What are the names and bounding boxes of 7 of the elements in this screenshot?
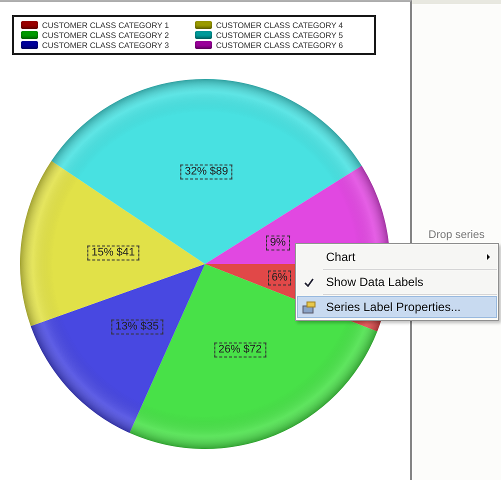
drop-zone-label: Drop series xyxy=(428,229,485,243)
legend-label: CUSTOMER CLASS CATEGORY 5 xyxy=(216,30,343,40)
legend-label: CUSTOMER CLASS CATEGORY 2 xyxy=(42,30,169,40)
legend-label: CUSTOMER CLASS CATEGORY 6 xyxy=(216,40,343,50)
legend-label: CUSTOMER CLASS CATEGORY 4 xyxy=(216,20,343,30)
legend-label: CUSTOMER CLASS CATEGORY 3 xyxy=(42,40,169,50)
legend-label: CUSTOMER CLASS CATEGORY 1 xyxy=(42,20,169,30)
